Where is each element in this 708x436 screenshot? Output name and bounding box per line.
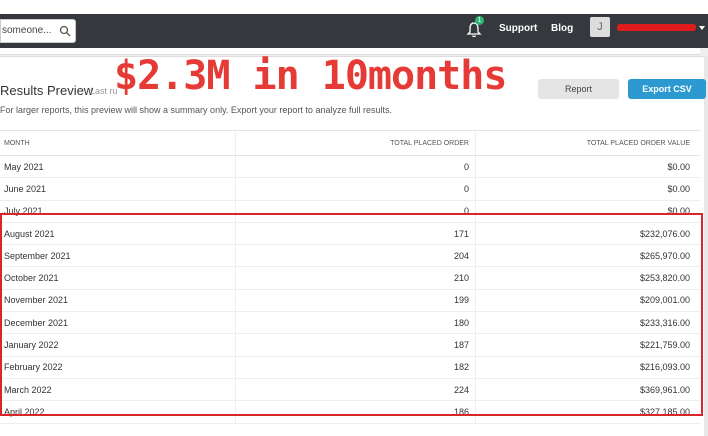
cell-value: $265,970.00: [475, 244, 700, 268]
results-table: MONTH TOTAL PLACED ORDER TOTAL PLACED OR…: [0, 130, 700, 424]
cell-value: $221,759.00: [475, 333, 700, 357]
table-row: January 2022 187 $221,759.00: [0, 333, 700, 357]
cell-value: $232,076.00: [475, 222, 700, 246]
table-header-row: MONTH TOTAL PLACED ORDER TOTAL PLACED OR…: [0, 130, 700, 156]
cell-orders: 187: [235, 333, 476, 357]
chevron-down-icon[interactable]: [699, 26, 705, 30]
cell-value: $253,820.00: [475, 266, 700, 290]
cell-month: April 2022: [0, 400, 236, 424]
cell-month: July 2021: [0, 200, 236, 223]
cell-month: September 2021: [0, 244, 236, 268]
cell-orders: 204: [235, 244, 476, 268]
results-title: Results Preview: [0, 83, 94, 98]
table-row: October 2021 210 $253,820.00: [0, 266, 700, 290]
table-row: March 2022 224 $369,961.00: [0, 378, 700, 402]
table-row: September 2021 204 $265,970.00: [0, 244, 700, 268]
column-header-value[interactable]: TOTAL PLACED ORDER VALUE: [475, 130, 700, 156]
cell-value: $233,316.00: [475, 311, 700, 335]
cell-value: $209,001.00: [475, 289, 700, 313]
cell-orders: 199: [235, 289, 476, 313]
nav-link-blog[interactable]: Blog: [551, 23, 573, 34]
cell-month: December 2021: [0, 311, 236, 335]
table-row: May 2021 0 $0.00: [0, 155, 700, 179]
report-button[interactable]: Report: [538, 79, 619, 99]
table-row: February 2022 182 $216,093.00: [0, 356, 700, 379]
search-box[interactable]: someone...: [0, 19, 76, 43]
table-row: December 2021 180 $233,316.00: [0, 311, 700, 335]
table-row: November 2021 199 $209,001.00: [0, 289, 700, 313]
cell-orders: 180: [235, 311, 476, 335]
table-row: June 2021 0 $0.00: [0, 177, 700, 201]
cell-month: March 2022: [0, 378, 236, 402]
table-row: July 2021 0 $0.00: [0, 200, 700, 223]
cell-value: $0.00: [475, 177, 700, 201]
cell-month: October 2021: [0, 266, 236, 290]
cell-month: May 2021: [0, 155, 236, 179]
cell-month: June 2021: [0, 177, 236, 201]
search-input[interactable]: someone...: [2, 25, 51, 36]
column-header-month[interactable]: MONTH: [0, 130, 236, 156]
cell-orders: 224: [235, 378, 476, 402]
cell-month: January 2022: [0, 333, 236, 357]
column-header-orders[interactable]: TOTAL PLACED ORDER: [235, 130, 476, 156]
results-subtitle: For larger reports, this preview will sh…: [0, 105, 392, 115]
avatar[interactable]: J: [590, 17, 610, 37]
overlay-headline: $2.3M in 10months: [114, 53, 507, 99]
cell-value: $216,093.00: [475, 356, 700, 379]
cell-orders: 0: [235, 200, 476, 223]
cell-orders: 0: [235, 155, 476, 179]
username-redacted[interactable]: [617, 24, 696, 31]
cell-month: February 2022: [0, 356, 236, 379]
cell-orders: 210: [235, 266, 476, 290]
cell-value: $0.00: [475, 155, 700, 179]
search-icon[interactable]: [59, 25, 71, 37]
cell-orders: 186: [235, 400, 476, 424]
table-row: August 2021 171 $232,076.00: [0, 222, 700, 246]
cell-orders: 171: [235, 222, 476, 246]
cell-value: $369,961.00: [475, 378, 700, 402]
cell-month: August 2021: [0, 222, 236, 246]
notification-badge: 1: [475, 16, 484, 25]
cell-value: $327,185.00: [475, 400, 700, 424]
cell-month: November 2021: [0, 289, 236, 313]
scrollbar[interactable]: [704, 56, 708, 436]
cell-value: $0.00: [475, 200, 700, 223]
nav-link-support[interactable]: Support: [499, 23, 537, 34]
export-csv-button[interactable]: Export CSV: [628, 79, 706, 99]
table-row: April 2022 186 $327,185.00: [0, 400, 700, 424]
cell-orders: 0: [235, 177, 476, 201]
top-margin: [0, 0, 708, 14]
navbar: someone... 1 Support Blog J: [0, 14, 708, 48]
cell-orders: 182: [235, 356, 476, 379]
